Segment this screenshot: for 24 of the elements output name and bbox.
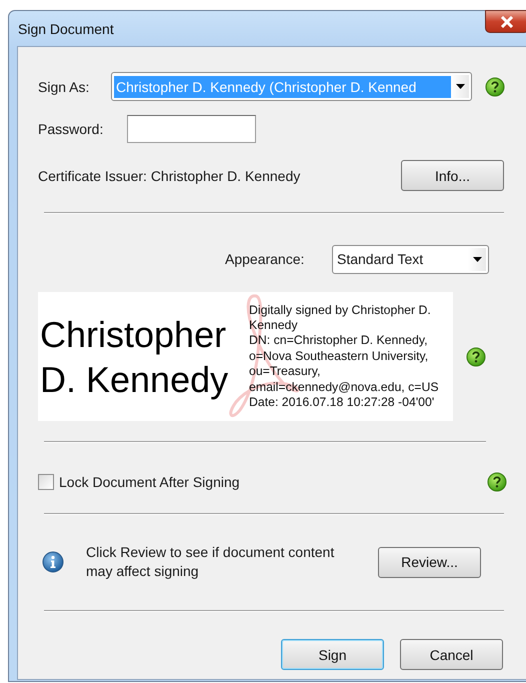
- dialog-button[interactable]: Cancel: [400, 639, 503, 670]
- certificate-issuer-text: Certificate Issuer: Christopher D. Kennedy: [38, 168, 302, 184]
- appearance-label: Appearance:: [225, 251, 306, 267]
- caret-icon: [456, 84, 464, 89]
- help-icon[interactable]: [466, 346, 486, 366]
- lock-document-label[interactable]: Lock Document After Signing: [59, 474, 240, 490]
- close-button[interactable]: [485, 10, 526, 33]
- lock-checkbox[interactable]: [38, 474, 54, 490]
- close-icon: [500, 16, 514, 28]
- info-button[interactable]: Info...: [401, 160, 504, 191]
- sign-as-label: Sign As:: [38, 78, 90, 94]
- signer-name: Christopher D. Kennedy: [40, 312, 230, 402]
- signature-details: Digitally signed by Christopher D. Kennedy DN: cn=Christopher D. Kennedy, o=Nova Southeastern University, ou=Treasury, email=ckennedy@nova.edu, c=US Date: 2016.07.18 10:27:28 -04'00': [249, 302, 439, 410]
- caret-icon: [472, 256, 482, 262]
- appearance-dropdown[interactable]: Standard Text: [332, 244, 489, 274]
- review-message: Click Review to see if document content may affect signing: [86, 543, 336, 581]
- help-icon[interactable]: [485, 76, 505, 96]
- password-label: Password:: [38, 121, 104, 137]
- window-title: Sign Document: [18, 21, 114, 37]
- help-icon[interactable]: [487, 472, 507, 492]
- dialog-button[interactable]: Sign: [281, 639, 384, 670]
- review-button[interactable]: Review...: [378, 546, 481, 578]
- info-icon: [42, 551, 64, 573]
- password-field[interactable]: [127, 115, 256, 143]
